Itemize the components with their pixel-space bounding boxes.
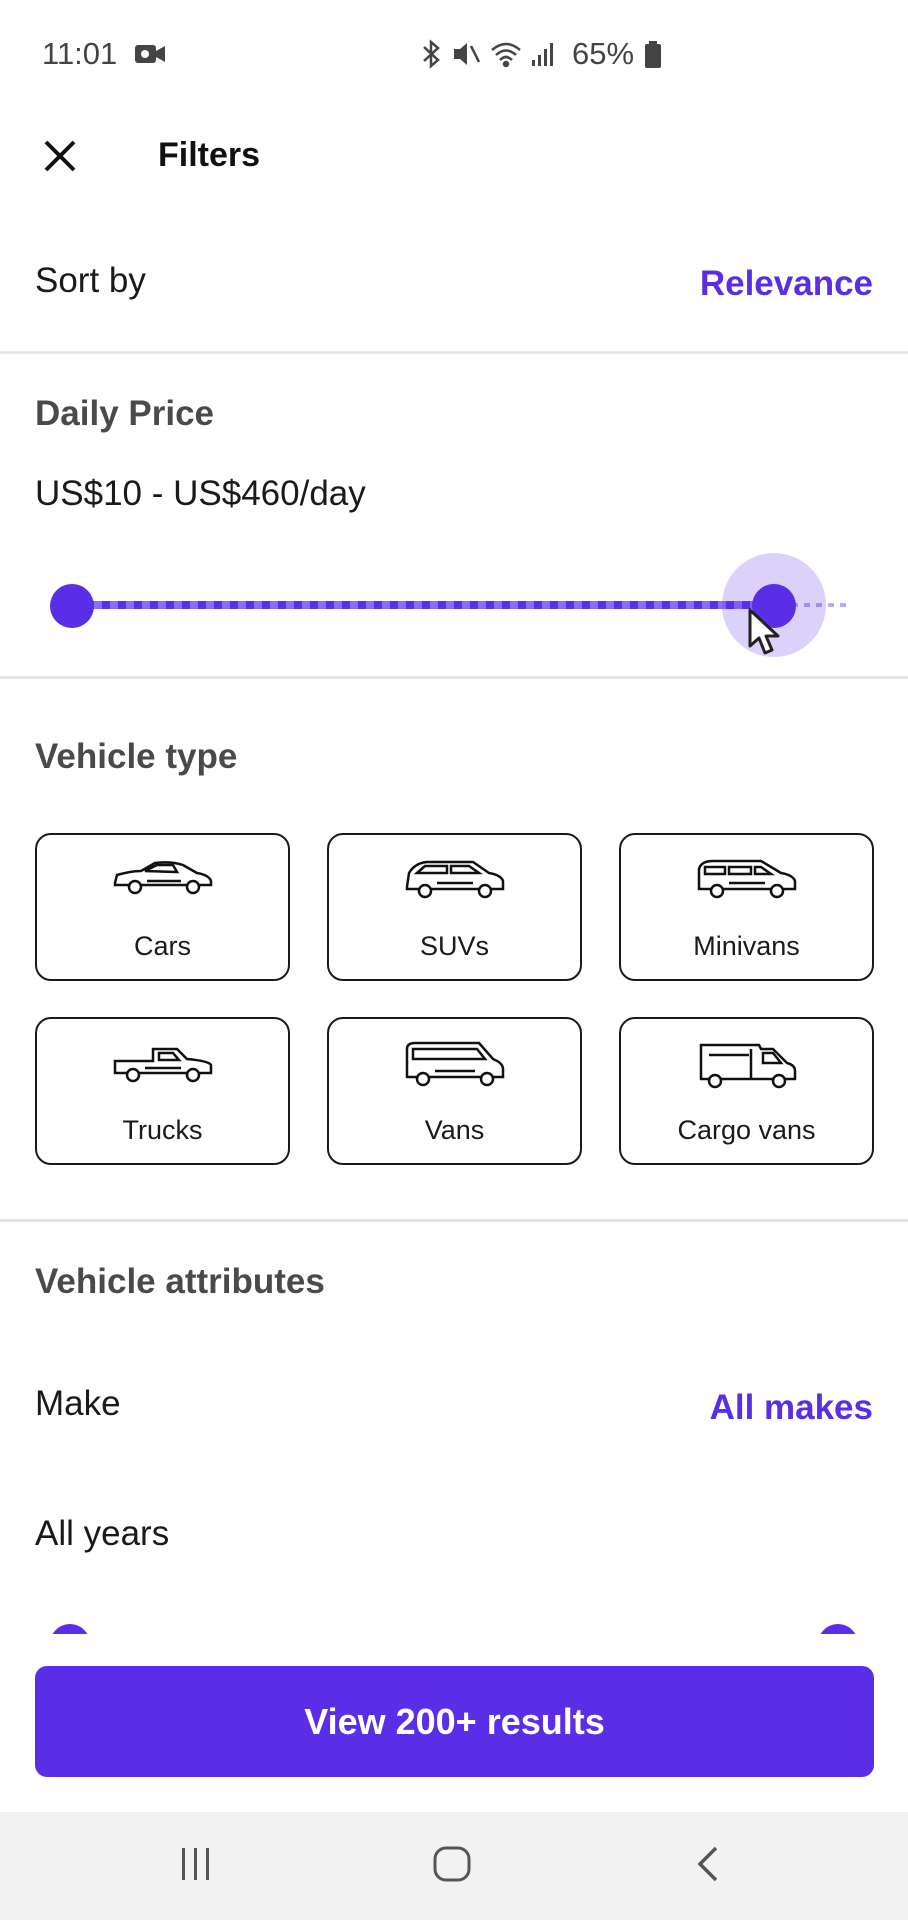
sort-by-label: Sort by [35, 261, 146, 300]
vehicle-type-suvs[interactable]: SUVs [327, 833, 582, 981]
daily-price-title: Daily Price [35, 394, 214, 433]
mouse-cursor-icon [748, 608, 782, 661]
view-results-label: View 200+ results [304, 1700, 605, 1742]
vehicle-type-label: Minivans [693, 931, 800, 961]
filters-header: Filters [0, 110, 908, 200]
vehicle-attributes-title: Vehicle attributes [35, 1262, 325, 1301]
sort-by-value[interactable]: Relevance [700, 264, 873, 304]
vehicle-type-cargo-vans[interactable]: Cargo vans [619, 1017, 874, 1165]
divider [0, 351, 908, 354]
minivan-icon [695, 857, 799, 906]
make-label: Make [35, 1384, 121, 1423]
years-slider-min-thumb[interactable] [50, 1624, 90, 1634]
status-bar: 11:01 65% [0, 0, 908, 110]
vehicle-type-title: Vehicle type [35, 737, 238, 776]
back-icon[interactable] [690, 1842, 726, 1891]
status-time: 11:01 [42, 36, 118, 71]
vehicle-type-label: Cargo vans [677, 1115, 816, 1145]
price-range-slider[interactable] [50, 553, 850, 657]
video-record-icon [134, 42, 166, 71]
vehicle-type-vans[interactable]: Vans [327, 1017, 582, 1165]
page-title: Filters [158, 136, 261, 174]
home-icon[interactable] [430, 1842, 474, 1891]
van-icon [403, 1041, 507, 1094]
system-status-icons [420, 38, 570, 75]
vehicle-type-cars[interactable]: Cars [35, 833, 290, 981]
years-slider-max-thumb[interactable] [818, 1624, 858, 1634]
years-range-slider[interactable] [0, 1620, 908, 1634]
make-value[interactable]: All makes [710, 1388, 873, 1428]
price-range-text: US$10 - US$460/day [35, 474, 366, 513]
battery-percent: 65% [572, 36, 635, 71]
vehicle-type-minivans[interactable]: Minivans [619, 833, 874, 981]
vehicle-type-label: Trucks [122, 1115, 203, 1145]
bluetooth-icon [423, 39, 440, 69]
battery-icon [644, 41, 662, 74]
vehicle-type-label: Cars [133, 931, 191, 961]
truck-icon [111, 1041, 215, 1090]
view-results-button[interactable]: View 200+ results [35, 1666, 874, 1777]
vehicle-type-label: Vans [424, 1115, 485, 1145]
sort-by-row[interactable]: Sort by Relevance [35, 258, 873, 308]
wifi-icon [491, 42, 521, 68]
car-icon [111, 857, 215, 902]
vehicle-type-trucks[interactable]: Trucks [35, 1017, 290, 1165]
mute-icon [454, 43, 481, 65]
recent-apps-icon[interactable] [178, 1842, 214, 1891]
make-row[interactable]: Make All makes [35, 1384, 873, 1434]
slider-min-thumb[interactable] [50, 584, 94, 628]
vehicle-type-label: SUVs [419, 931, 490, 961]
years-label: All years [35, 1514, 170, 1553]
divider [0, 1219, 908, 1222]
system-navigation-bar [0, 1812, 908, 1920]
divider [0, 676, 908, 679]
signal-icon [532, 43, 553, 66]
close-icon[interactable] [38, 134, 82, 178]
cargo-van-icon [695, 1041, 799, 1096]
slider-track-active [70, 601, 790, 609]
suv-icon [403, 857, 507, 906]
